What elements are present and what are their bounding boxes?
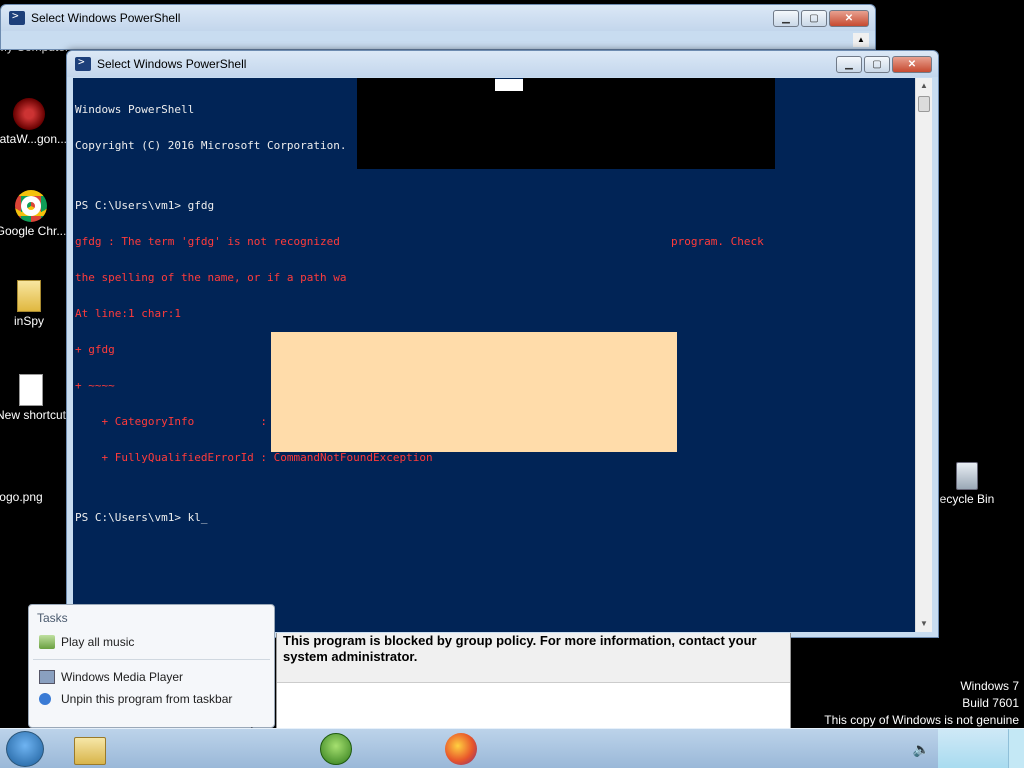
- peach-overlay-block: [271, 332, 677, 452]
- jumplist-item-label: Unpin this program from taskbar: [61, 692, 233, 706]
- media-player-icon[interactable]: [320, 733, 352, 765]
- notification-area[interactable]: [938, 729, 1008, 768]
- desktop-icon-label: inSpy: [13, 314, 45, 328]
- unpin-icon: [39, 693, 51, 705]
- console-error-line: the spelling of the name, or if a path w…: [75, 271, 347, 284]
- windows-version: Windows 7: [960, 679, 1019, 693]
- desktop-icon-datawagon[interactable]: DataW...gon...: [0, 98, 74, 146]
- desktop-icon-label: DataW...gon...: [0, 132, 68, 146]
- not-genuine-text: This copy of Windows is not genuine: [824, 713, 1019, 727]
- window-title: Select Windows PowerShell: [97, 57, 247, 71]
- blocked-program-dialog: This program is blocked by group policy.…: [276, 633, 791, 728]
- powershell-window-front[interactable]: Select Windows PowerShell ▁ ▢ ✕ Windows …: [66, 50, 939, 638]
- desktop-icon-label: ogo.png: [0, 490, 43, 504]
- close-button[interactable]: ✕: [829, 9, 869, 27]
- jumplist-item-label: Windows Media Player: [61, 670, 184, 684]
- maximize-button[interactable]: ▢: [801, 9, 827, 27]
- desktop-icon-label: New shortcut: [0, 408, 67, 422]
- scroll-down-arrow[interactable]: ▼: [916, 616, 932, 632]
- redaction-block: [357, 91, 775, 169]
- blocked-message-line: system administrator.: [283, 649, 418, 664]
- window-title: Select Windows PowerShell: [31, 11, 181, 25]
- window-titlebar[interactable]: Select Windows PowerShell ▁ ▢ ✕: [67, 51, 938, 77]
- shortcut-icon: [19, 374, 43, 406]
- chrome-icon: [15, 190, 47, 222]
- jumplist-tasks-header: Tasks: [37, 611, 68, 625]
- windows-genuine-notice: Windows 7 Build 7601 This copy of Window…: [824, 678, 1019, 729]
- jumplist-item-label: Play all music: [61, 635, 135, 649]
- desktop-icon-chrome[interactable]: Google Chr...: [0, 190, 76, 238]
- blocked-message-line: This program is blocked by group policy.…: [283, 633, 757, 648]
- desktop-icon-logo-png[interactable]: ogo.png: [0, 480, 66, 504]
- powershell-window-back[interactable]: Select Windows PowerShell ▁ ▢ ✕ ▲: [0, 4, 876, 50]
- vertical-scrollbar[interactable]: ▲ ▼: [915, 78, 932, 632]
- taskbar: 🔈: [0, 728, 1024, 768]
- windows-build: Build 7601: [962, 696, 1019, 710]
- datawagon-icon: [13, 98, 45, 130]
- scrollbar-thumb[interactable]: [918, 96, 930, 112]
- maximize-button[interactable]: ▢: [864, 55, 890, 73]
- desktop-icon-label: Google Chr...: [0, 224, 67, 238]
- window-titlebar[interactable]: Select Windows PowerShell ▁ ▢ ✕: [1, 5, 875, 31]
- folder-icon[interactable]: [74, 737, 106, 765]
- close-button[interactable]: ✕: [892, 55, 932, 73]
- console-error-line: At line:1 char:1: [75, 307, 181, 320]
- firefox-icon[interactable]: [445, 733, 477, 765]
- redaction-highlight: [495, 79, 523, 91]
- powershell-icon: [9, 9, 25, 25]
- taskbar-jumplist: Tasks Play all music Windows Media Playe…: [28, 604, 275, 728]
- play-music-icon: [39, 635, 55, 649]
- folder-icon: [17, 280, 41, 312]
- jumplist-item-windows-media-player[interactable]: Windows Media Player: [29, 666, 274, 688]
- image-file-icon: [5, 480, 37, 488]
- jumplist-item-unpin[interactable]: Unpin this program from taskbar: [29, 688, 274, 710]
- jumplist-separator: [33, 659, 270, 660]
- volume-icon[interactable]: 🔈: [913, 741, 930, 758]
- media-player-icon: [39, 670, 55, 684]
- console-line: PS C:\Users\vm1> gfdg: [75, 199, 215, 212]
- windows-start-icon[interactable]: [6, 731, 44, 767]
- show-desktop-button[interactable]: [1008, 729, 1024, 768]
- minimize-button[interactable]: ▁: [773, 9, 799, 27]
- jumplist-item-play-all-music[interactable]: Play all music: [29, 631, 274, 653]
- desktop-icon-new-shortcut[interactable]: New shortcut: [0, 374, 76, 422]
- powershell-icon: [75, 55, 91, 71]
- redaction-block: [357, 78, 495, 92]
- scroll-up-arrow[interactable]: ▲: [853, 33, 869, 47]
- console-error-line: + FullyQualifiedErrorId : CommandNotFoun…: [75, 451, 433, 464]
- redaction-block: [523, 78, 775, 92]
- console-error-line: gfdg : The term 'gfdg' is not recognized…: [75, 235, 764, 248]
- recycle-bin-icon: [956, 462, 978, 490]
- desktop-icon-inspy[interactable]: inSpy: [0, 280, 74, 328]
- dialog-button-strip: [277, 682, 790, 728]
- minimize-button[interactable]: ▁: [836, 55, 862, 73]
- scroll-up-arrow[interactable]: ▲: [916, 78, 932, 94]
- console-prompt-line: PS C:\Users\vm1> kl_: [75, 511, 208, 524]
